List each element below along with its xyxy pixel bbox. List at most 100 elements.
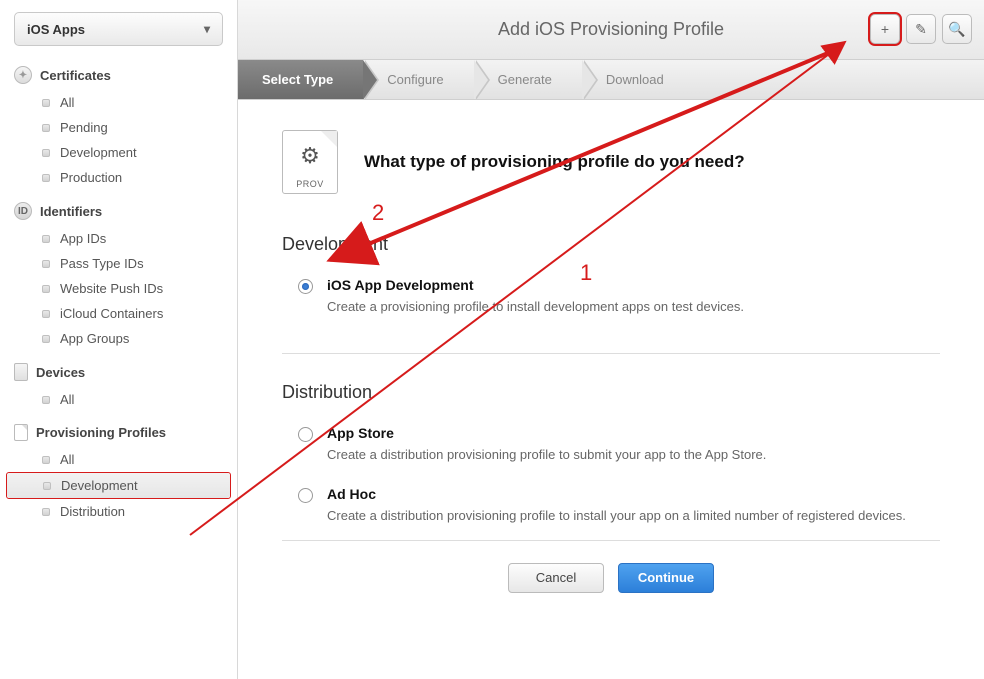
sidebar-item-label: Distribution xyxy=(60,504,125,519)
platform-selector-label: iOS Apps xyxy=(27,22,85,37)
step-select-type[interactable]: Select Type xyxy=(238,60,363,99)
sidebar-section-identifiers: ID Identifiers App IDs Pass Type IDs Web… xyxy=(0,196,237,351)
intro-row: ⚙ PROV What type of provisioning profile… xyxy=(282,130,940,194)
chevron-down-icon: ▾ xyxy=(204,22,210,36)
section-title: Certificates xyxy=(40,68,111,83)
sidebar-item-label: App Groups xyxy=(60,331,129,346)
bullet-icon xyxy=(42,235,50,243)
main-panel: Add iOS Provisioning Profile + ✎ 🔍 Selec… xyxy=(238,0,984,679)
sidebar-item-label: Pending xyxy=(60,120,108,135)
section-title: Identifiers xyxy=(40,204,102,219)
bullet-icon xyxy=(42,310,50,318)
section-title: Devices xyxy=(36,365,85,380)
bullet-icon xyxy=(42,174,50,182)
sidebar-item-label: Development xyxy=(60,145,137,160)
option-app-store[interactable]: App Store Create a distribution provisio… xyxy=(282,417,940,479)
step-configure[interactable]: Configure xyxy=(363,60,473,99)
sidebar-item-label: All xyxy=(60,392,74,407)
bullet-icon xyxy=(42,508,50,516)
bullet-icon xyxy=(42,124,50,132)
intro-question: What type of provisioning profile do you… xyxy=(364,152,745,172)
cancel-label: Cancel xyxy=(536,570,576,585)
option-text: App Store Create a distribution provisio… xyxy=(327,425,766,465)
bullet-icon xyxy=(42,99,50,107)
option-ios-app-development[interactable]: iOS App Development Create a provisionin… xyxy=(282,269,940,331)
search-button[interactable]: 🔍 xyxy=(942,14,972,44)
id-icon: ID xyxy=(14,202,32,220)
continue-label: Continue xyxy=(638,570,694,585)
sidebar-item-website-push-ids[interactable]: Website Push IDs xyxy=(6,276,231,301)
radio-icon[interactable] xyxy=(298,279,313,294)
header-actions: + ✎ 🔍 xyxy=(870,14,972,44)
option-ad-hoc[interactable]: Ad Hoc Create a distribution provisionin… xyxy=(282,478,940,540)
option-text: Ad Hoc Create a distribution provisionin… xyxy=(327,486,906,526)
option-desc: Create a distribution provisioning profi… xyxy=(327,445,766,465)
sidebar-item-pass-type-ids[interactable]: Pass Type IDs xyxy=(6,251,231,276)
annotation-highlight-box: Development xyxy=(6,472,231,499)
sidebar-section-devices: Devices All xyxy=(0,357,237,412)
page-title: Add iOS Provisioning Profile xyxy=(498,19,724,40)
sidebar-item-prov-development[interactable]: Development xyxy=(7,473,230,498)
sidebar-item-label: Development xyxy=(61,478,138,493)
sidebar-item-cert-production[interactable]: Production xyxy=(6,165,231,190)
sidebar-item-label: Website Push IDs xyxy=(60,281,163,296)
section-header-identifiers[interactable]: ID Identifiers xyxy=(0,196,237,226)
page-header: Add iOS Provisioning Profile + ✎ 🔍 xyxy=(238,0,984,60)
bullet-icon xyxy=(42,285,50,293)
sidebar-item-cert-all[interactable]: All xyxy=(6,90,231,115)
step-label: Select Type xyxy=(262,72,333,87)
provisioning-icon xyxy=(14,424,28,441)
bullet-icon xyxy=(42,396,50,404)
step-label: Configure xyxy=(387,72,443,87)
section-header-certificates[interactable]: ✦ Certificates xyxy=(0,60,237,90)
sidebar-item-label: Production xyxy=(60,170,122,185)
continue-button[interactable]: Continue xyxy=(618,563,714,593)
option-text: iOS App Development Create a provisionin… xyxy=(327,277,744,317)
wizard-steps: Select Type Configure Generate Download xyxy=(238,60,984,100)
option-desc: Create a provisioning profile to install… xyxy=(327,297,744,317)
plus-icon: + xyxy=(881,21,889,37)
content-area: ⚙ PROV What type of provisioning profile… xyxy=(238,100,984,679)
divider xyxy=(282,353,940,354)
platform-selector[interactable]: iOS Apps ▾ xyxy=(14,12,223,46)
sidebar-item-devices-all[interactable]: All xyxy=(6,387,231,412)
sidebar-item-label: App IDs xyxy=(60,231,106,246)
sidebar: iOS Apps ▾ ✦ Certificates All Pending De… xyxy=(0,0,238,679)
step-download[interactable]: Download xyxy=(582,60,694,99)
sidebar-section-provisioning: Provisioning Profiles All Development Di… xyxy=(0,418,237,524)
sidebar-item-icloud-containers[interactable]: iCloud Containers xyxy=(6,301,231,326)
sidebar-item-cert-development[interactable]: Development xyxy=(6,140,231,165)
bullet-icon xyxy=(42,149,50,157)
sidebar-item-app-ids[interactable]: App IDs xyxy=(6,226,231,251)
prov-file-icon: ⚙ PROV xyxy=(282,130,338,194)
sidebar-item-prov-all[interactable]: All xyxy=(6,447,231,472)
option-desc: Create a distribution provisioning profi… xyxy=(327,506,906,526)
option-title: Ad Hoc xyxy=(327,486,906,502)
certificate-icon: ✦ xyxy=(14,66,32,84)
cancel-button[interactable]: Cancel xyxy=(508,563,604,593)
sidebar-item-cert-pending[interactable]: Pending xyxy=(6,115,231,140)
add-button[interactable]: + xyxy=(870,14,900,44)
prov-icon-label: PROV xyxy=(296,179,324,189)
sidebar-item-app-groups[interactable]: App Groups xyxy=(6,326,231,351)
sidebar-item-prov-distribution[interactable]: Distribution xyxy=(6,499,231,524)
radio-icon[interactable] xyxy=(298,427,313,442)
sidebar-item-label: All xyxy=(60,95,74,110)
search-icon: 🔍 xyxy=(948,21,965,38)
edit-icon: ✎ xyxy=(915,21,927,38)
sidebar-section-certificates: ✦ Certificates All Pending Development P… xyxy=(0,60,237,190)
footer-actions: Cancel Continue xyxy=(282,540,940,603)
radio-icon[interactable] xyxy=(298,488,313,503)
section-header-devices[interactable]: Devices xyxy=(0,357,237,387)
bullet-icon xyxy=(43,482,51,490)
sidebar-item-label: iCloud Containers xyxy=(60,306,163,321)
device-icon xyxy=(14,363,28,381)
group-title-development: Development xyxy=(282,234,940,255)
step-generate[interactable]: Generate xyxy=(474,60,582,99)
section-title: Provisioning Profiles xyxy=(36,425,166,440)
group-title-distribution: Distribution xyxy=(282,382,940,403)
edit-button[interactable]: ✎ xyxy=(906,14,936,44)
bullet-icon xyxy=(42,456,50,464)
section-header-provisioning[interactable]: Provisioning Profiles xyxy=(0,418,237,447)
gear-icon: ⚙ xyxy=(300,143,320,169)
